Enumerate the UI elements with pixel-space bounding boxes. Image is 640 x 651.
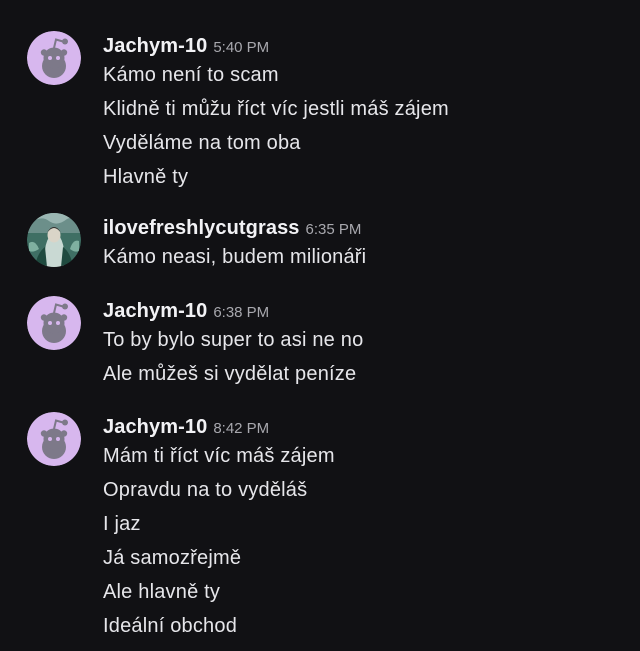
message-list: Mám ti říct víc máš zájem Opravdu na to … bbox=[103, 439, 335, 643]
message-group: Jachym-10 5:40 PM Kámo není to scam Klidn… bbox=[0, 31, 640, 191]
avatar[interactable] bbox=[27, 213, 81, 267]
message-list: To by bylo super to asi ne no Ale můžeš … bbox=[103, 323, 363, 391]
message-text: Mám ti říct víc máš zájem bbox=[103, 445, 335, 467]
message-text: To by bylo super to asi ne no bbox=[103, 329, 364, 351]
username[interactable]: Jachym-10 bbox=[103, 416, 207, 438]
reddit-snoo-icon bbox=[27, 296, 81, 350]
username[interactable]: Jachym-10 bbox=[103, 35, 207, 57]
username[interactable]: Jachym-10 bbox=[103, 300, 207, 322]
message-list: Kámo není to scam Klidně ti můžu říct ví… bbox=[103, 58, 449, 194]
message-group: Jachym-10 6:38 PM To by bylo super to asi… bbox=[0, 296, 640, 392]
timestamp: 8:42 PM bbox=[213, 420, 270, 437]
reddit-snoo-icon bbox=[27, 412, 81, 466]
message-group: ilovefreshlycutgrass 6:35 PM Kámo neasi, … bbox=[0, 213, 640, 273]
avatar[interactable] bbox=[27, 296, 81, 350]
message-text: I jaz bbox=[103, 513, 141, 535]
avatar[interactable] bbox=[27, 31, 81, 85]
timestamp: 6:38 PM bbox=[213, 304, 270, 321]
message-header: Jachym-10 6:38 PM bbox=[103, 298, 269, 326]
username[interactable]: ilovefreshlycutgrass bbox=[103, 217, 300, 239]
message-text: Ale můžeš si vydělat peníze bbox=[103, 363, 357, 385]
message-group: Jachym-10 8:42 PM Mám ti říct víc máš záj… bbox=[0, 412, 640, 644]
message-header: Jachym-10 5:40 PM bbox=[103, 33, 269, 61]
message-list: Kámo neasi, budem milionáři bbox=[103, 240, 366, 274]
message-text: Kámo neasi, budem milionáři bbox=[103, 246, 367, 268]
user-photo-avatar bbox=[27, 213, 81, 267]
message-text: Vyděláme na tom oba bbox=[103, 132, 301, 154]
message-text: Ale hlavně ty bbox=[103, 581, 221, 603]
message-header: Jachym-10 8:42 PM bbox=[103, 414, 269, 442]
timestamp: 5:40 PM bbox=[213, 39, 270, 56]
message-text: Kámo není to scam bbox=[103, 64, 279, 86]
message-header: ilovefreshlycutgrass 6:35 PM bbox=[103, 215, 361, 243]
message-text: Já samozřejmě bbox=[103, 547, 242, 569]
timestamp: 6:35 PM bbox=[305, 221, 362, 238]
message-text: Klidně ti můžu říct víc jestli máš zájem bbox=[103, 98, 449, 120]
message-text: Hlavně ty bbox=[103, 166, 189, 188]
message-text: Ideální obchod bbox=[103, 615, 238, 637]
message-text: Opravdu na to vyděláš bbox=[103, 479, 308, 501]
reddit-snoo-icon bbox=[27, 31, 81, 85]
avatar[interactable] bbox=[27, 412, 81, 466]
